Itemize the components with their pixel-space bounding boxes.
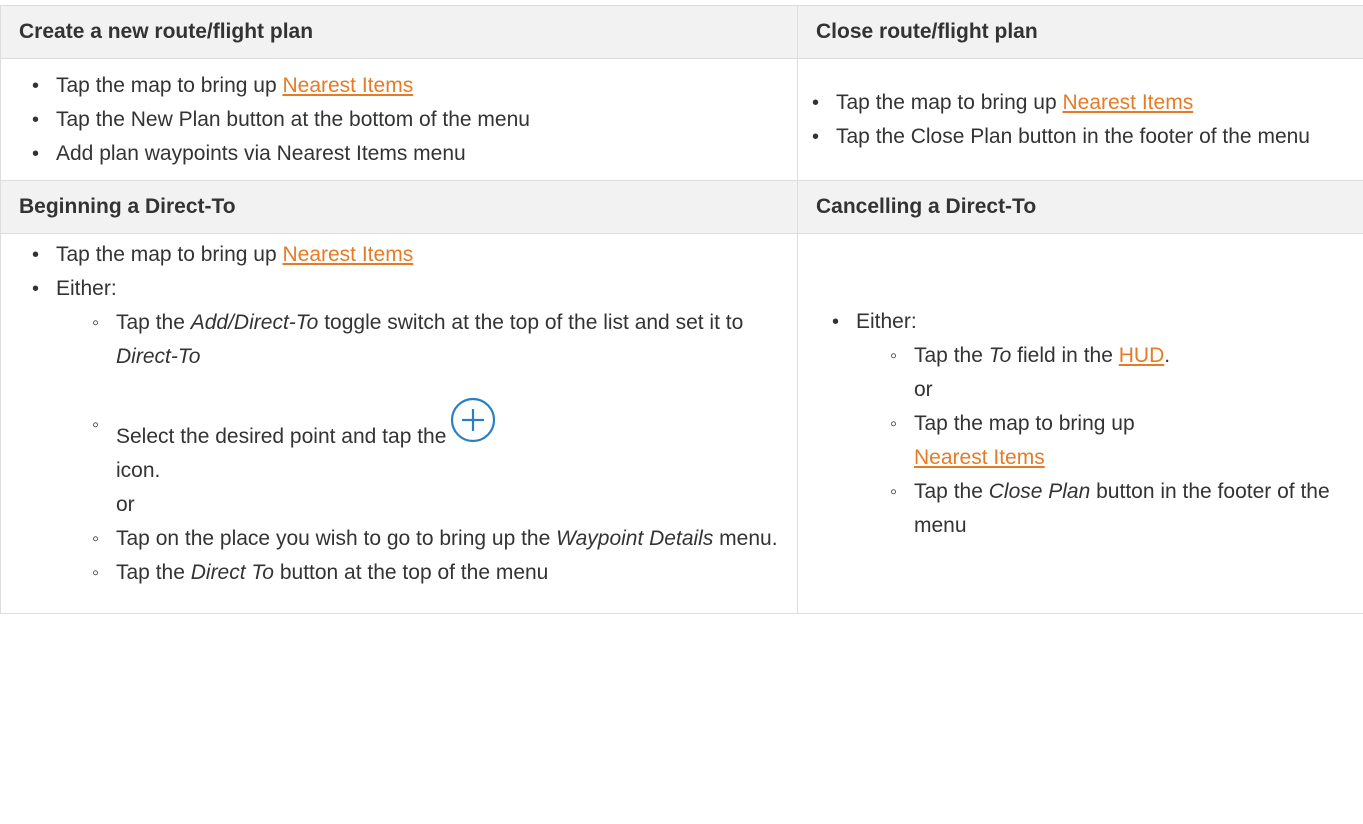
- cancel-direct-list: Either: Tap the To field in the HUD.or T…: [798, 305, 1349, 543]
- header-close-plan: Close route/flight plan: [797, 5, 1363, 59]
- cell-cancel-direct-to: Either: Tap the To field in the HUD.or T…: [797, 233, 1363, 614]
- cell-close-plan: Tap the map to bring up Nearest Items Ta…: [797, 58, 1363, 181]
- list-item: Either: Tap the To field in the HUD.or T…: [832, 305, 1349, 543]
- cell-begin-direct-to: Tap the map to bring up Nearest Items Ei…: [0, 233, 798, 614]
- header-cancel-direct-to: Cancelling a Direct-To: [797, 180, 1363, 234]
- list-item: Tap the map to bring up Nearest Items: [32, 238, 783, 272]
- hud-link[interactable]: HUD: [1119, 344, 1165, 367]
- header-create-plan: Create a new route/flight plan: [0, 5, 798, 59]
- sub-list-item: Tap the To field in the HUD.or: [890, 339, 1349, 407]
- nearest-items-link[interactable]: Nearest Items: [914, 446, 1045, 469]
- begin-direct-sublist: Tap the Add/Direct-To toggle switch at t…: [56, 306, 783, 590]
- create-plan-list: Tap the map to bring up Nearest Items Ta…: [1, 69, 783, 171]
- list-item: Tap the map to bring up Nearest Items: [32, 69, 783, 103]
- header-begin-direct-to: Beginning a Direct-To: [0, 180, 798, 234]
- list-item: Add plan waypoints via Nearest Items men…: [32, 137, 783, 171]
- nearest-items-link[interactable]: Nearest Items: [282, 74, 413, 97]
- sub-list-item: Tap the map to bring up Nearest Items: [890, 407, 1349, 475]
- nearest-items-link[interactable]: Nearest Items: [1062, 91, 1193, 114]
- sub-list-item: Select the desired point and tap the ico…: [92, 397, 783, 522]
- list-item: Tap the New Plan button at the bottom of…: [32, 103, 783, 137]
- list-item: Either: Tap the Add/Direct-To toggle swi…: [32, 272, 783, 590]
- sub-list-item: Tap the Direct To button at the top of t…: [92, 556, 783, 590]
- sub-list-item: Tap the Add/Direct-To toggle switch at t…: [92, 306, 783, 374]
- cell-create-plan: Tap the map to bring up Nearest Items Ta…: [0, 58, 798, 181]
- close-plan-list: Tap the map to bring up Nearest Items Ta…: [798, 86, 1349, 154]
- quick-reference-table: Create a new route/flight plan Close rou…: [0, 5, 1363, 614]
- cancel-direct-sublist: Tap the To field in the HUD.or Tap the m…: [856, 339, 1349, 543]
- list-item: Tap the Close Plan button in the footer …: [812, 120, 1349, 154]
- begin-direct-list: Tap the map to bring up Nearest Items Ei…: [1, 238, 783, 590]
- sub-list-item: Tap the Close Plan button in the footer …: [890, 475, 1349, 543]
- sub-list-item: Tap on the place you wish to go to bring…: [92, 522, 783, 556]
- plus-circle-icon[interactable]: [450, 397, 496, 443]
- list-item: Tap the map to bring up Nearest Items: [812, 86, 1349, 120]
- nearest-items-link[interactable]: Nearest Items: [282, 243, 413, 266]
